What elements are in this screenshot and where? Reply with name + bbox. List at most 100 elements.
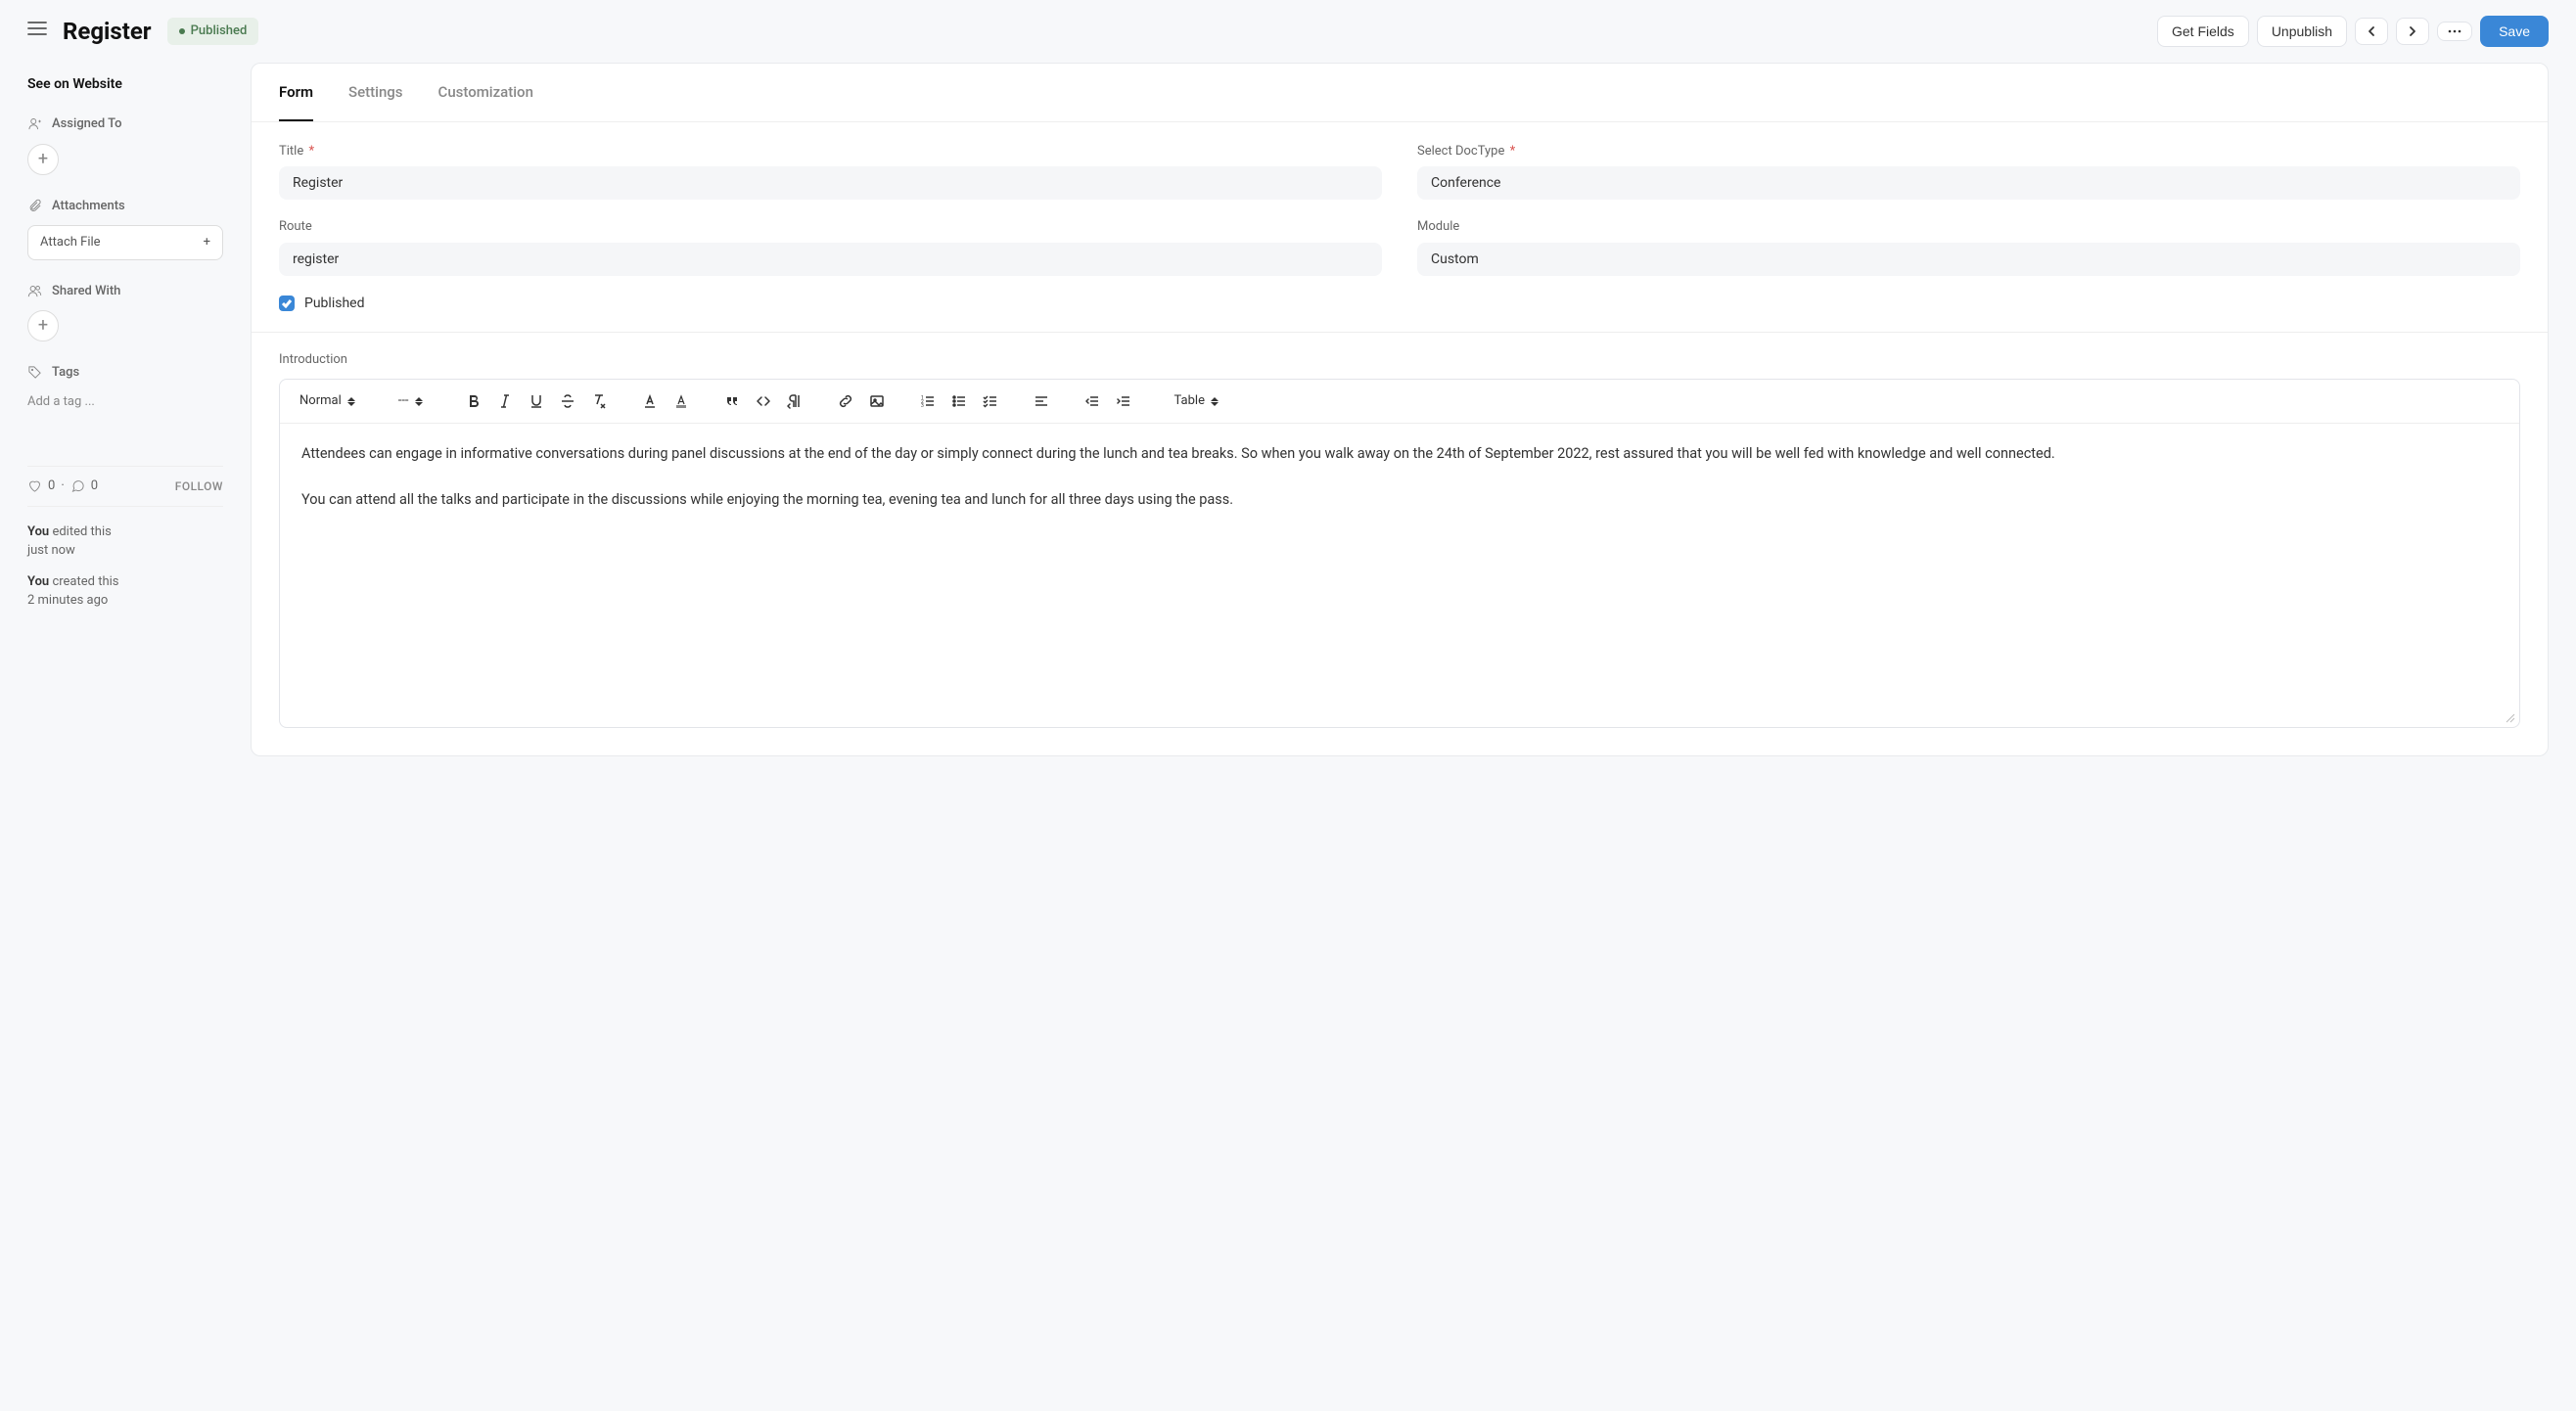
header-left: Register Published xyxy=(27,14,258,49)
heart-icon[interactable] xyxy=(27,478,42,493)
clear-format-button[interactable] xyxy=(585,387,613,415)
text-color-button[interactable] xyxy=(636,387,664,415)
blockquote-button[interactable] xyxy=(718,387,746,415)
prev-button[interactable] xyxy=(2355,18,2388,45)
route-label: Route xyxy=(279,217,1382,237)
tag-icon xyxy=(27,365,42,380)
save-button[interactable]: Save xyxy=(2480,16,2549,47)
font-size-select[interactable]: --- xyxy=(392,387,429,415)
tabs: Form Settings Customization xyxy=(252,64,2548,122)
get-fields-button[interactable]: Get Fields xyxy=(2157,16,2249,47)
module-input[interactable] xyxy=(1417,243,2520,276)
chevron-right-icon xyxy=(2407,25,2418,37)
strike-icon xyxy=(560,393,575,409)
title-input[interactable] xyxy=(279,166,1382,200)
unordered-list-button[interactable] xyxy=(945,387,973,415)
updown-icon xyxy=(415,397,423,406)
text-color-icon xyxy=(642,393,658,409)
more-button[interactable] xyxy=(2437,22,2472,41)
editor-wrap: Normal --- xyxy=(279,379,2520,728)
stats-dot: · xyxy=(61,477,64,496)
underline-button[interactable] xyxy=(523,387,550,415)
italic-icon xyxy=(497,393,513,409)
follow-button[interactable]: FOLLOW xyxy=(175,478,223,495)
add-tag-input[interactable]: Add a tag ... xyxy=(27,392,223,412)
form-col-route: Route xyxy=(279,217,1382,276)
activity-time: 2 minutes ago xyxy=(27,593,108,608)
main-card: Form Settings Customization Title * Sele… xyxy=(251,63,2549,756)
clear-format-icon xyxy=(591,393,607,409)
tab-settings[interactable]: Settings xyxy=(348,64,403,121)
resize-handle-icon[interactable] xyxy=(2506,713,2515,723)
add-share-button[interactable]: + xyxy=(27,310,59,341)
comments-count: 0 xyxy=(91,477,98,496)
tab-form[interactable]: Form xyxy=(279,64,313,121)
checklist-button[interactable] xyxy=(977,387,1004,415)
indent-button[interactable] xyxy=(1110,387,1137,415)
checklist-icon xyxy=(983,393,998,409)
tags-section: Tags xyxy=(27,363,223,383)
image-button[interactable] xyxy=(863,387,891,415)
stats-left: 0 · 0 xyxy=(27,477,98,496)
align-button[interactable] xyxy=(1028,387,1055,415)
bold-button[interactable] xyxy=(460,387,487,415)
form-col-module: Module xyxy=(1417,217,2520,276)
updown-icon xyxy=(347,397,355,406)
code-icon xyxy=(756,393,771,409)
tab-customization[interactable]: Customization xyxy=(438,64,533,121)
quote-icon xyxy=(724,393,740,409)
form-body: Title * Select DocType * Route Module xyxy=(252,122,2548,756)
ordered-list-button[interactable]: 123 xyxy=(914,387,942,415)
bold-icon xyxy=(466,393,482,409)
check-icon xyxy=(282,298,292,308)
link-button[interactable] xyxy=(832,387,859,415)
list-ordered-icon: 123 xyxy=(920,393,936,409)
published-checkbox[interactable] xyxy=(279,296,295,311)
next-button[interactable] xyxy=(2396,18,2429,45)
user-plus-icon xyxy=(27,116,42,131)
comment-icon[interactable] xyxy=(70,478,85,493)
likes-count: 0 xyxy=(48,477,55,496)
required-asterisk: * xyxy=(1510,144,1516,159)
highlight-button[interactable] xyxy=(667,387,695,415)
status-badge: Published xyxy=(167,18,259,45)
activity-entry: You created this 2 minutes ago xyxy=(27,572,223,611)
add-assignee-button[interactable]: + xyxy=(27,144,59,175)
form-col-title: Title * xyxy=(279,142,1382,201)
underline-icon xyxy=(529,393,544,409)
outdent-icon xyxy=(1084,393,1100,409)
outdent-button[interactable] xyxy=(1079,387,1106,415)
italic-button[interactable] xyxy=(491,387,519,415)
sidebar-stats: 0 · 0 FOLLOW xyxy=(27,466,223,507)
unpublish-button[interactable]: Unpublish xyxy=(2257,16,2347,47)
activity-entry: You edited this just now xyxy=(27,523,223,561)
activity-user: You xyxy=(27,574,49,589)
strike-button[interactable] xyxy=(554,387,581,415)
pilcrow-icon xyxy=(787,393,803,409)
rtl-button[interactable] xyxy=(781,387,808,415)
menu-icon[interactable] xyxy=(27,21,47,43)
code-button[interactable] xyxy=(750,387,777,415)
see-on-website-link[interactable]: See on Website xyxy=(27,74,223,95)
published-checkbox-row: Published xyxy=(279,294,2520,314)
route-input[interactable] xyxy=(279,243,1382,276)
status-dot-icon xyxy=(179,28,185,34)
activity-action: created this xyxy=(52,574,118,589)
chevron-left-icon xyxy=(2366,25,2377,37)
editor-paragraph: Attendees can engage in informative conv… xyxy=(301,441,2498,468)
sidebar: See on Website Assigned To + Attachments… xyxy=(27,63,223,756)
introduction-label: Introduction xyxy=(279,350,2520,370)
attachments-section: Attachments xyxy=(27,197,223,216)
doctype-input[interactable] xyxy=(1417,166,2520,200)
attachments-label: Attachments xyxy=(52,197,125,216)
form-row: Title * Select DocType * xyxy=(279,142,2520,201)
table-select[interactable]: Table xyxy=(1169,387,1224,415)
required-asterisk: * xyxy=(308,144,314,159)
link-icon xyxy=(838,393,853,409)
attach-file-button[interactable]: Attach File + xyxy=(27,225,223,260)
align-icon xyxy=(1034,393,1049,409)
list-bullet-icon xyxy=(951,393,967,409)
editor-content[interactable]: Attendees can engage in informative conv… xyxy=(280,424,2519,727)
users-icon xyxy=(27,284,42,298)
heading-select[interactable]: Normal xyxy=(294,387,361,415)
